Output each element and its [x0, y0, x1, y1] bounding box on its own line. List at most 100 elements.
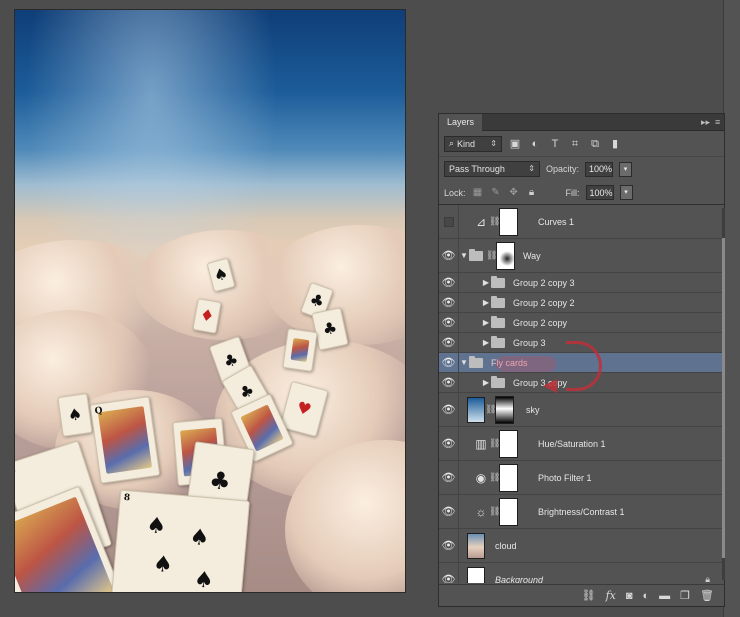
- visibility-toggle[interactable]: 👁︎: [439, 239, 459, 272]
- layer-row[interactable]: ⊿ ⛓ Curves 1: [439, 205, 724, 239]
- layers-scrollbar[interactable]: [722, 208, 725, 580]
- layer-name: Group 2 copy 3: [513, 277, 575, 288]
- link-layers-icon[interactable]: ⛓: [582, 589, 596, 602]
- layer-row[interactable]: 👁︎ Background 🔒︎: [439, 563, 724, 583]
- expand-triangle-icon[interactable]: ▼: [459, 358, 469, 367]
- visibility-toggle[interactable]: 👁︎: [439, 461, 459, 494]
- opacity-field[interactable]: 100%: [585, 161, 614, 177]
- scrollbar-thumb[interactable]: [722, 238, 725, 558]
- layer-row[interactable]: 👁︎ ▶ Group 2 copy 2: [439, 293, 724, 313]
- expand-triangle-icon[interactable]: ▶: [481, 318, 491, 327]
- layer-name: Way: [523, 250, 541, 261]
- filter-row: ⌕ Kind ⇕ ▣ ◐ T ⌗ ⧉ ▮: [439, 131, 724, 157]
- shape-filter-icon[interactable]: ⌗: [568, 137, 582, 151]
- expand-triangle-icon[interactable]: ▶: [481, 278, 491, 287]
- layer-row[interactable]: 👁︎ ☼ ⛓ Brightness/Contrast 1: [439, 495, 724, 529]
- filter-toggle-icon[interactable]: ▮: [608, 137, 622, 151]
- layer-row[interactable]: 👁︎ ◉ ⛓ Photo Filter 1: [439, 461, 724, 495]
- layer-mask-thumbnail[interactable]: [499, 497, 518, 526]
- layer-thumbnail[interactable]: [467, 396, 485, 423]
- link-icon: ⛓: [485, 404, 497, 414]
- expand-triangle-icon[interactable]: ▼: [459, 251, 469, 260]
- annotation-highlight: [496, 356, 556, 372]
- search-icon: ⌕: [449, 138, 455, 148]
- expand-triangle-icon[interactable]: ▶: [481, 378, 491, 387]
- hue-saturation-icon: ▥: [475, 436, 487, 451]
- visibility-toggle[interactable]: 👁︎: [439, 353, 459, 372]
- folder-icon: [491, 315, 505, 328]
- blend-mode-select[interactable]: Pass Through ⇕: [444, 161, 540, 177]
- visibility-toggle[interactable]: 👁︎: [439, 273, 459, 292]
- expand-triangle-icon[interactable]: ▶: [481, 338, 491, 347]
- delete-layer-icon[interactable]: 🗑︎: [700, 589, 714, 602]
- layer-row[interactable]: 👁︎ ▶ Group 2 copy: [439, 313, 724, 333]
- layer-mask-thumbnail[interactable]: [499, 429, 518, 458]
- collapse-icon[interactable]: ▸▸: [701, 117, 710, 128]
- layer-mask-thumbnail[interactable]: [495, 395, 514, 424]
- layer-row[interactable]: 👁︎ ⛓ sky: [439, 393, 724, 427]
- photo-filter-icon: ◉: [475, 470, 487, 485]
- layer-name: Group 2 copy 2: [513, 297, 575, 308]
- kind-label: Kind: [457, 138, 476, 149]
- folder-icon: [491, 275, 505, 288]
- expand-triangle-icon[interactable]: ▶: [481, 298, 491, 307]
- document-canvas[interactable]: ♠ ♦ ♣ ♣ ♣ ♣ ♥ ♠ Q ♣ A♥ W 8 ♠ ♠ ♠ ♠: [14, 9, 406, 593]
- lock-position-icon[interactable]: ✥: [508, 187, 520, 199]
- layer-name: sky: [526, 404, 540, 415]
- folder-icon: [491, 295, 505, 308]
- layer-row[interactable]: 👁︎ cloud: [439, 529, 724, 563]
- new-group-icon[interactable]: ▬: [659, 590, 670, 602]
- link-icon: ⛓: [489, 438, 501, 448]
- link-icon: ⛓: [489, 506, 501, 516]
- layer-row[interactable]: 👁︎ ▼ ⛓ Way: [439, 239, 724, 273]
- opacity-dropdown-button[interactable]: ▾: [619, 161, 633, 177]
- type-filter-icon[interactable]: T: [548, 137, 562, 151]
- fill-field[interactable]: 100%: [585, 185, 614, 200]
- chevron-updown-icon: ⇕: [490, 138, 497, 148]
- layer-name: cloud: [495, 540, 517, 551]
- visibility-toggle[interactable]: 👁︎: [439, 393, 459, 426]
- lock-image-icon[interactable]: ✎: [490, 187, 502, 199]
- layer-thumbnail[interactable]: [467, 566, 485, 583]
- link-icon: ⛓: [489, 216, 501, 226]
- tab-layers[interactable]: Layers: [439, 114, 483, 131]
- layer-mask-thumbnail[interactable]: [496, 241, 515, 270]
- folder-icon: [469, 248, 483, 261]
- blend-mode-value: Pass Through: [449, 164, 505, 174]
- layer-row[interactable]: 👁︎ ▥ ⛓ Hue/Saturation 1: [439, 427, 724, 461]
- new-adjustment-icon[interactable]: ◐: [643, 590, 650, 602]
- layer-thumbnail[interactable]: [467, 532, 485, 559]
- lock-all-icon[interactable]: 🔒︎: [526, 187, 538, 199]
- visibility-toggle[interactable]: 👁︎: [439, 563, 459, 583]
- visibility-toggle[interactable]: 👁︎: [439, 495, 459, 528]
- adjustment-filter-icon[interactable]: ◐: [528, 137, 542, 151]
- panel-menu-icon[interactable]: ≡: [715, 117, 720, 127]
- visibility-toggle[interactable]: 👁︎: [439, 427, 459, 460]
- visibility-toggle[interactable]: 👁︎: [439, 313, 459, 332]
- visibility-toggle[interactable]: 👁︎: [439, 293, 459, 312]
- visibility-toggle[interactable]: 👁︎: [439, 333, 459, 352]
- layer-mask-thumbnail[interactable]: [499, 207, 518, 236]
- new-layer-icon[interactable]: ❐: [680, 589, 690, 602]
- panel-footer: ⛓ fx ◙ ◐ ▬ ❐ 🗑︎: [439, 584, 724, 606]
- layer-name: Brightness/Contrast 1: [538, 506, 625, 517]
- visibility-toggle[interactable]: 👁︎: [439, 373, 459, 392]
- layer-name: Group 3: [513, 337, 546, 348]
- smart-object-filter-icon[interactable]: ⧉: [588, 137, 602, 151]
- layer-mask-thumbnail[interactable]: [499, 463, 518, 492]
- kind-filter-select[interactable]: ⌕ Kind ⇕: [444, 135, 502, 152]
- photoshop-workspace: ♠ ♦ ♣ ♣ ♣ ♣ ♥ ♠ Q ♣ A♥ W 8 ♠ ♠ ♠ ♠: [0, 0, 740, 617]
- layer-row[interactable]: 👁︎ ▶ Group 2 copy 3: [439, 273, 724, 293]
- lock-transparent-icon[interactable]: ▦: [472, 187, 484, 199]
- layer-style-icon[interactable]: fx: [606, 589, 616, 602]
- lock-label: Lock:: [444, 187, 466, 198]
- visibility-toggle[interactable]: 👁︎: [439, 529, 459, 562]
- add-mask-icon[interactable]: ◙: [626, 590, 633, 602]
- pixel-filter-icon[interactable]: ▣: [508, 137, 522, 151]
- visibility-toggle[interactable]: [439, 205, 459, 238]
- canvas-image: ♠ ♦ ♣ ♣ ♣ ♣ ♥ ♠ Q ♣ A♥ W 8 ♠ ♠ ♠ ♠: [15, 10, 405, 592]
- folder-icon: [491, 375, 505, 388]
- lock-row: Lock: ▦ ✎ ✥ 🔒︎ Fill: 100% ▾: [439, 181, 724, 205]
- fill-dropdown-button[interactable]: ▾: [619, 185, 633, 200]
- folder-icon: [469, 355, 483, 368]
